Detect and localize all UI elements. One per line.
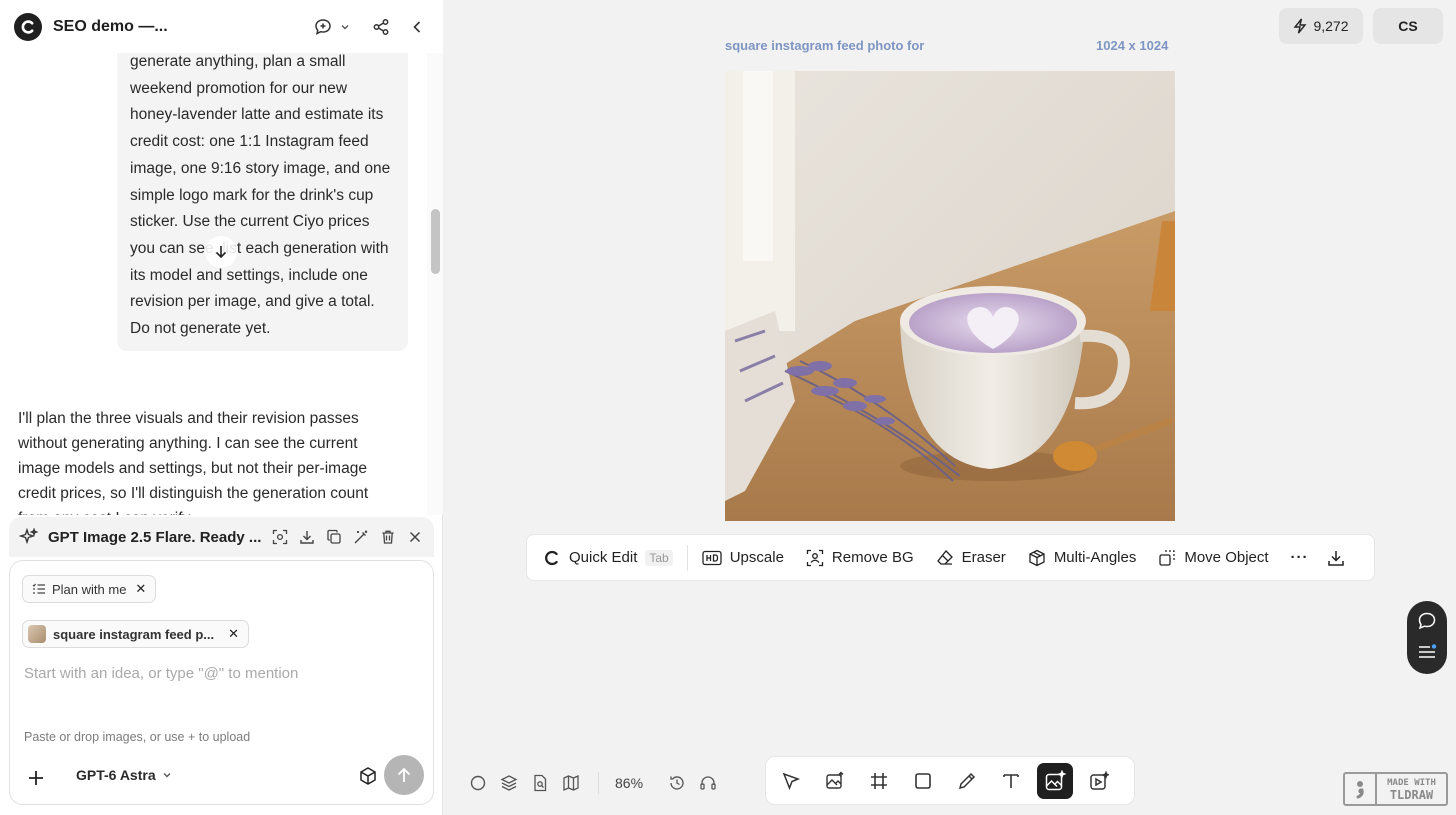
eraser-button[interactable]: Eraser	[936, 549, 1006, 567]
assistant-message: I'll plan the three visuals and their re…	[18, 410, 369, 515]
zoom-level[interactable]: 86%	[615, 775, 643, 791]
move-object-button[interactable]: Move Object	[1158, 549, 1269, 567]
upload-hint: Paste or drop images, or use + to upload	[24, 730, 251, 744]
model-selector[interactable]: GPT-6 Astra	[76, 767, 172, 783]
generation-status-bar: GPT Image 2.5 Flare. Ready ...	[9, 517, 434, 557]
prompt-input[interactable]: Start with an idea, or type "@" to menti…	[24, 665, 298, 682]
collapse-panel-icon[interactable]	[405, 13, 429, 41]
document-search-icon[interactable]	[524, 774, 555, 792]
divider	[686, 544, 688, 571]
status-text: GPT Image 2.5 Flare. Ready ...	[48, 528, 261, 546]
floating-panel-toggle	[1407, 601, 1447, 674]
multi-angles-button[interactable]: Multi-Angles	[1028, 549, 1137, 567]
user-message: generate anything, plan a small weekend …	[117, 53, 408, 351]
view-controls: 86%	[462, 767, 723, 799]
frame-tool-icon[interactable]	[861, 763, 897, 799]
quick-edit-button[interactable]: Quick Edit Tab	[543, 549, 673, 567]
ai-image-tool-icon[interactable]	[1037, 762, 1073, 799]
credits-count: 9,272	[1313, 18, 1349, 34]
remove-bg-label: Remove BG	[831, 549, 914, 566]
close-icon[interactable]	[406, 528, 424, 546]
remove-bg-button[interactable]: Remove BG	[806, 549, 914, 567]
move-object-label: Move Object	[1184, 549, 1269, 566]
divider	[598, 772, 599, 794]
download-image-button[interactable]	[1327, 549, 1345, 567]
text-tool-icon[interactable]	[993, 763, 1029, 799]
attachment-chip[interactable]: square instagram feed p... ✕	[22, 620, 250, 648]
plan-mode-chip[interactable]: Plan with me ✕	[22, 575, 157, 603]
chat-panel: SEO demo —... generate anything, plan a …	[0, 0, 443, 815]
select-tool-icon[interactable]	[773, 763, 809, 799]
credits-button[interactable]: 9,272	[1279, 8, 1363, 44]
chat-scrollbar-track[interactable]	[427, 53, 443, 515]
history-icon[interactable]	[661, 774, 692, 792]
lightning-icon	[1293, 18, 1307, 34]
image-dimensions: 1024 x 1024	[1096, 38, 1169, 53]
attachment-label: square instagram feed p...	[53, 626, 215, 642]
list-icon[interactable]	[1417, 643, 1437, 661]
layers-icon[interactable]	[493, 774, 524, 792]
generated-image[interactable]	[725, 71, 1175, 521]
scroll-down-button[interactable]	[205, 236, 237, 268]
map-icon[interactable]	[555, 774, 586, 792]
app-logo[interactable]	[14, 12, 42, 41]
quick-edit-icon	[543, 549, 561, 567]
chat-scrollbar-thumb[interactable]	[431, 209, 440, 274]
sparkle-icon	[19, 527, 39, 547]
share-icon[interactable]	[369, 13, 393, 41]
trash-icon[interactable]	[379, 528, 397, 546]
focus-icon[interactable]	[271, 528, 289, 546]
eraser-label: Eraser	[961, 549, 1006, 566]
multi-angles-label: Multi-Angles	[1053, 549, 1137, 566]
image-title: square instagram feed photo for	[725, 38, 925, 53]
send-button[interactable]	[384, 755, 424, 795]
attachment-thumbnail	[28, 625, 46, 643]
more-icon: ···	[1290, 549, 1309, 566]
tldraw-watermark[interactable]: MADE WITH TLDRAW	[1343, 772, 1448, 806]
add-icon[interactable]	[28, 765, 44, 793]
chevron-down-icon[interactable]	[335, 13, 355, 41]
more-options-button[interactable]: ···	[1291, 549, 1309, 566]
cube-icon[interactable]	[358, 766, 378, 791]
drawing-toolbar	[765, 756, 1135, 805]
headset-icon[interactable]	[692, 774, 723, 792]
plan-mode-label: Plan with me	[52, 581, 127, 597]
project-title[interactable]: SEO demo —...	[53, 18, 311, 36]
user-avatar[interactable]: CS	[1373, 8, 1443, 44]
remove-mode-icon[interactable]: ✕	[135, 581, 146, 597]
rectangle-tool-icon[interactable]	[905, 763, 941, 799]
comment-icon[interactable]	[1417, 611, 1437, 631]
image-upload-icon[interactable]	[817, 763, 853, 799]
watermark-line-2: TLDRAW	[1389, 788, 1434, 802]
multi-angles-icon	[1028, 549, 1046, 567]
upscale-label: Upscale	[729, 549, 784, 566]
hd-icon	[702, 550, 722, 566]
eraser-icon	[936, 549, 954, 567]
download-icon	[1327, 549, 1345, 567]
tldraw-logo	[1345, 774, 1377, 804]
magic-wand-icon[interactable]	[352, 528, 370, 546]
upscale-button[interactable]: Upscale	[702, 549, 784, 566]
copy-icon[interactable]	[325, 528, 343, 546]
ai-video-tool-icon[interactable]	[1081, 763, 1117, 799]
move-object-icon	[1158, 549, 1176, 567]
model-label: GPT-6 Astra	[76, 767, 156, 783]
new-chat-icon[interactable]	[311, 13, 335, 41]
circle-icon[interactable]	[462, 775, 493, 791]
remove-attachment-icon[interactable]: ✕	[228, 626, 239, 642]
chat-scroll-area[interactable]: generate anything, plan a small weekend …	[0, 53, 427, 515]
chevron-down-icon	[162, 770, 172, 780]
checklist-icon	[32, 583, 46, 595]
shortcut-badge: Tab	[645, 549, 673, 566]
composer: Plan with me ✕ square instagram feed p..…	[9, 560, 434, 805]
chat-header: SEO demo —...	[0, 0, 443, 53]
remove-bg-icon	[806, 549, 824, 567]
image-edit-toolbar: Quick Edit Tab Upscale Remove BG Eraser …	[526, 534, 1375, 581]
pencil-tool-icon[interactable]	[949, 763, 985, 799]
quick-edit-label: Quick Edit	[569, 549, 638, 566]
download-icon[interactable]	[298, 528, 316, 546]
